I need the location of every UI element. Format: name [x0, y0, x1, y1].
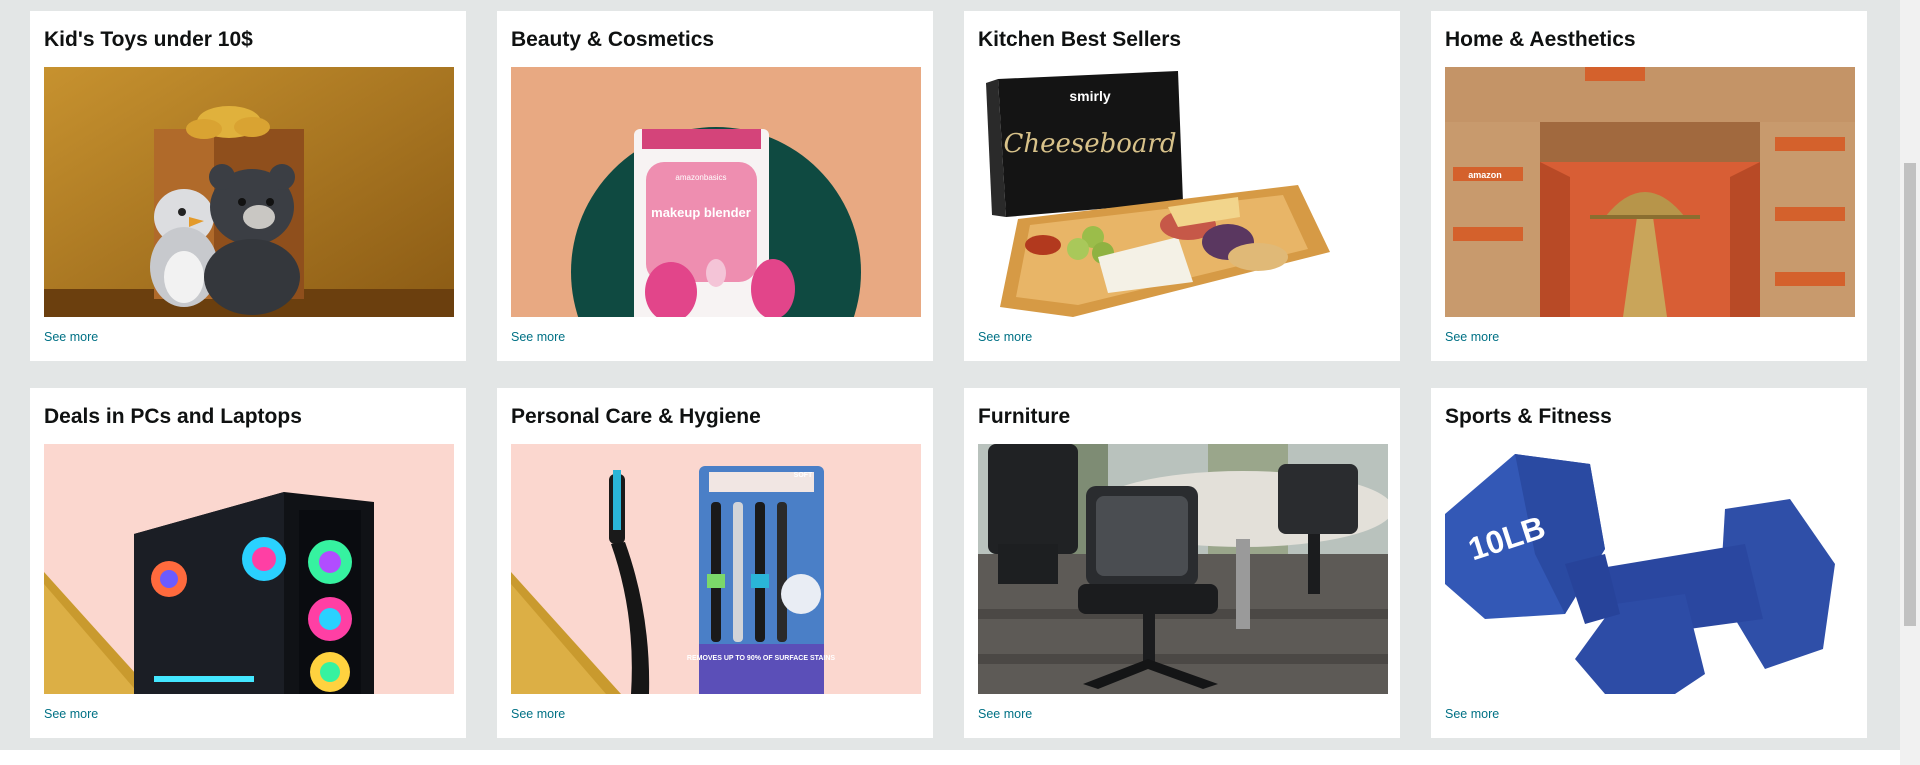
card-image-office-chairs[interactable]: [978, 444, 1388, 694]
card-image-toothbrushes[interactable]: SOFT REMOVES UP TO 90% OF SURFACE STAINS: [511, 444, 921, 694]
category-card-grid: Kid's Toys under 10$ See more Beauty & C…: [30, 11, 1868, 738]
card-image-dumbbells[interactable]: 10LB: [1445, 444, 1855, 694]
see-more-link[interactable]: See more: [44, 707, 98, 721]
card-image-makeup-blender[interactable]: amazonbasics makeup blender: [511, 67, 921, 317]
card-title[interactable]: Kid's Toys under 10$: [44, 27, 452, 53]
category-card-furniture: Furniture See more: [964, 388, 1400, 738]
category-card-sports-fitness: Sports & Fitness 10LB See more: [1431, 388, 1867, 738]
card-title[interactable]: Sports & Fitness: [1445, 404, 1853, 430]
page-bottom-strip: [0, 750, 1900, 765]
category-card-home-aesthetics: Home & Aesthetics amazon See more: [1431, 11, 1867, 361]
see-more-link[interactable]: See more: [978, 707, 1032, 721]
card-title[interactable]: Home & Aesthetics: [1445, 27, 1853, 53]
see-more-link[interactable]: See more: [511, 707, 565, 721]
package-brand-text: amazonbasics: [675, 173, 726, 182]
pack-claim-text: REMOVES UP TO 90% OF SURFACE STAINS: [687, 655, 836, 662]
card-title[interactable]: Kitchen Best Sellers: [978, 27, 1386, 53]
card-title[interactable]: Furniture: [978, 404, 1386, 430]
package-product-text: makeup blender: [651, 205, 751, 220]
card-image-cheeseboard[interactable]: smirly Cheeseboard: [978, 67, 1388, 317]
category-card-personal-care: Personal Care & Hygiene SOFT REMOVES UP …: [497, 388, 933, 738]
card-image-plush-toys[interactable]: [44, 67, 454, 317]
page: Kid's Toys under 10$ See more Beauty & C…: [0, 0, 1920, 765]
category-card-kitchen-best-sellers: Kitchen Best Sellers smirly Cheeseboard: [964, 11, 1400, 361]
card-title[interactable]: Beauty & Cosmetics: [511, 27, 919, 53]
card-image-gaming-pc[interactable]: [44, 444, 454, 694]
see-more-link[interactable]: See more: [44, 330, 98, 344]
scrollbar-thumb[interactable]: [1904, 163, 1916, 626]
pack-label-text: SOFT: [794, 472, 813, 479]
see-more-link[interactable]: See more: [1445, 707, 1499, 721]
box-product-text: Cheeseboard: [1003, 129, 1176, 159]
category-card-beauty-cosmetics: Beauty & Cosmetics amazonbasics makeup b…: [497, 11, 933, 361]
vertical-scrollbar[interactable]: [1900, 0, 1920, 765]
box-brand-text: amazon: [1468, 170, 1502, 180]
category-card-pcs-laptops: Deals in PCs and Laptops See more: [30, 388, 466, 738]
category-card-kids-toys: Kid's Toys under 10$ See more: [30, 11, 466, 361]
see-more-link[interactable]: See more: [511, 330, 565, 344]
see-more-link[interactable]: See more: [978, 330, 1032, 344]
box-brand-text: smirly: [1069, 88, 1110, 104]
card-image-lamp-boxes[interactable]: amazon: [1445, 67, 1855, 317]
see-more-link[interactable]: See more: [1445, 330, 1499, 344]
card-title[interactable]: Personal Care & Hygiene: [511, 404, 919, 430]
card-title[interactable]: Deals in PCs and Laptops: [44, 404, 452, 430]
